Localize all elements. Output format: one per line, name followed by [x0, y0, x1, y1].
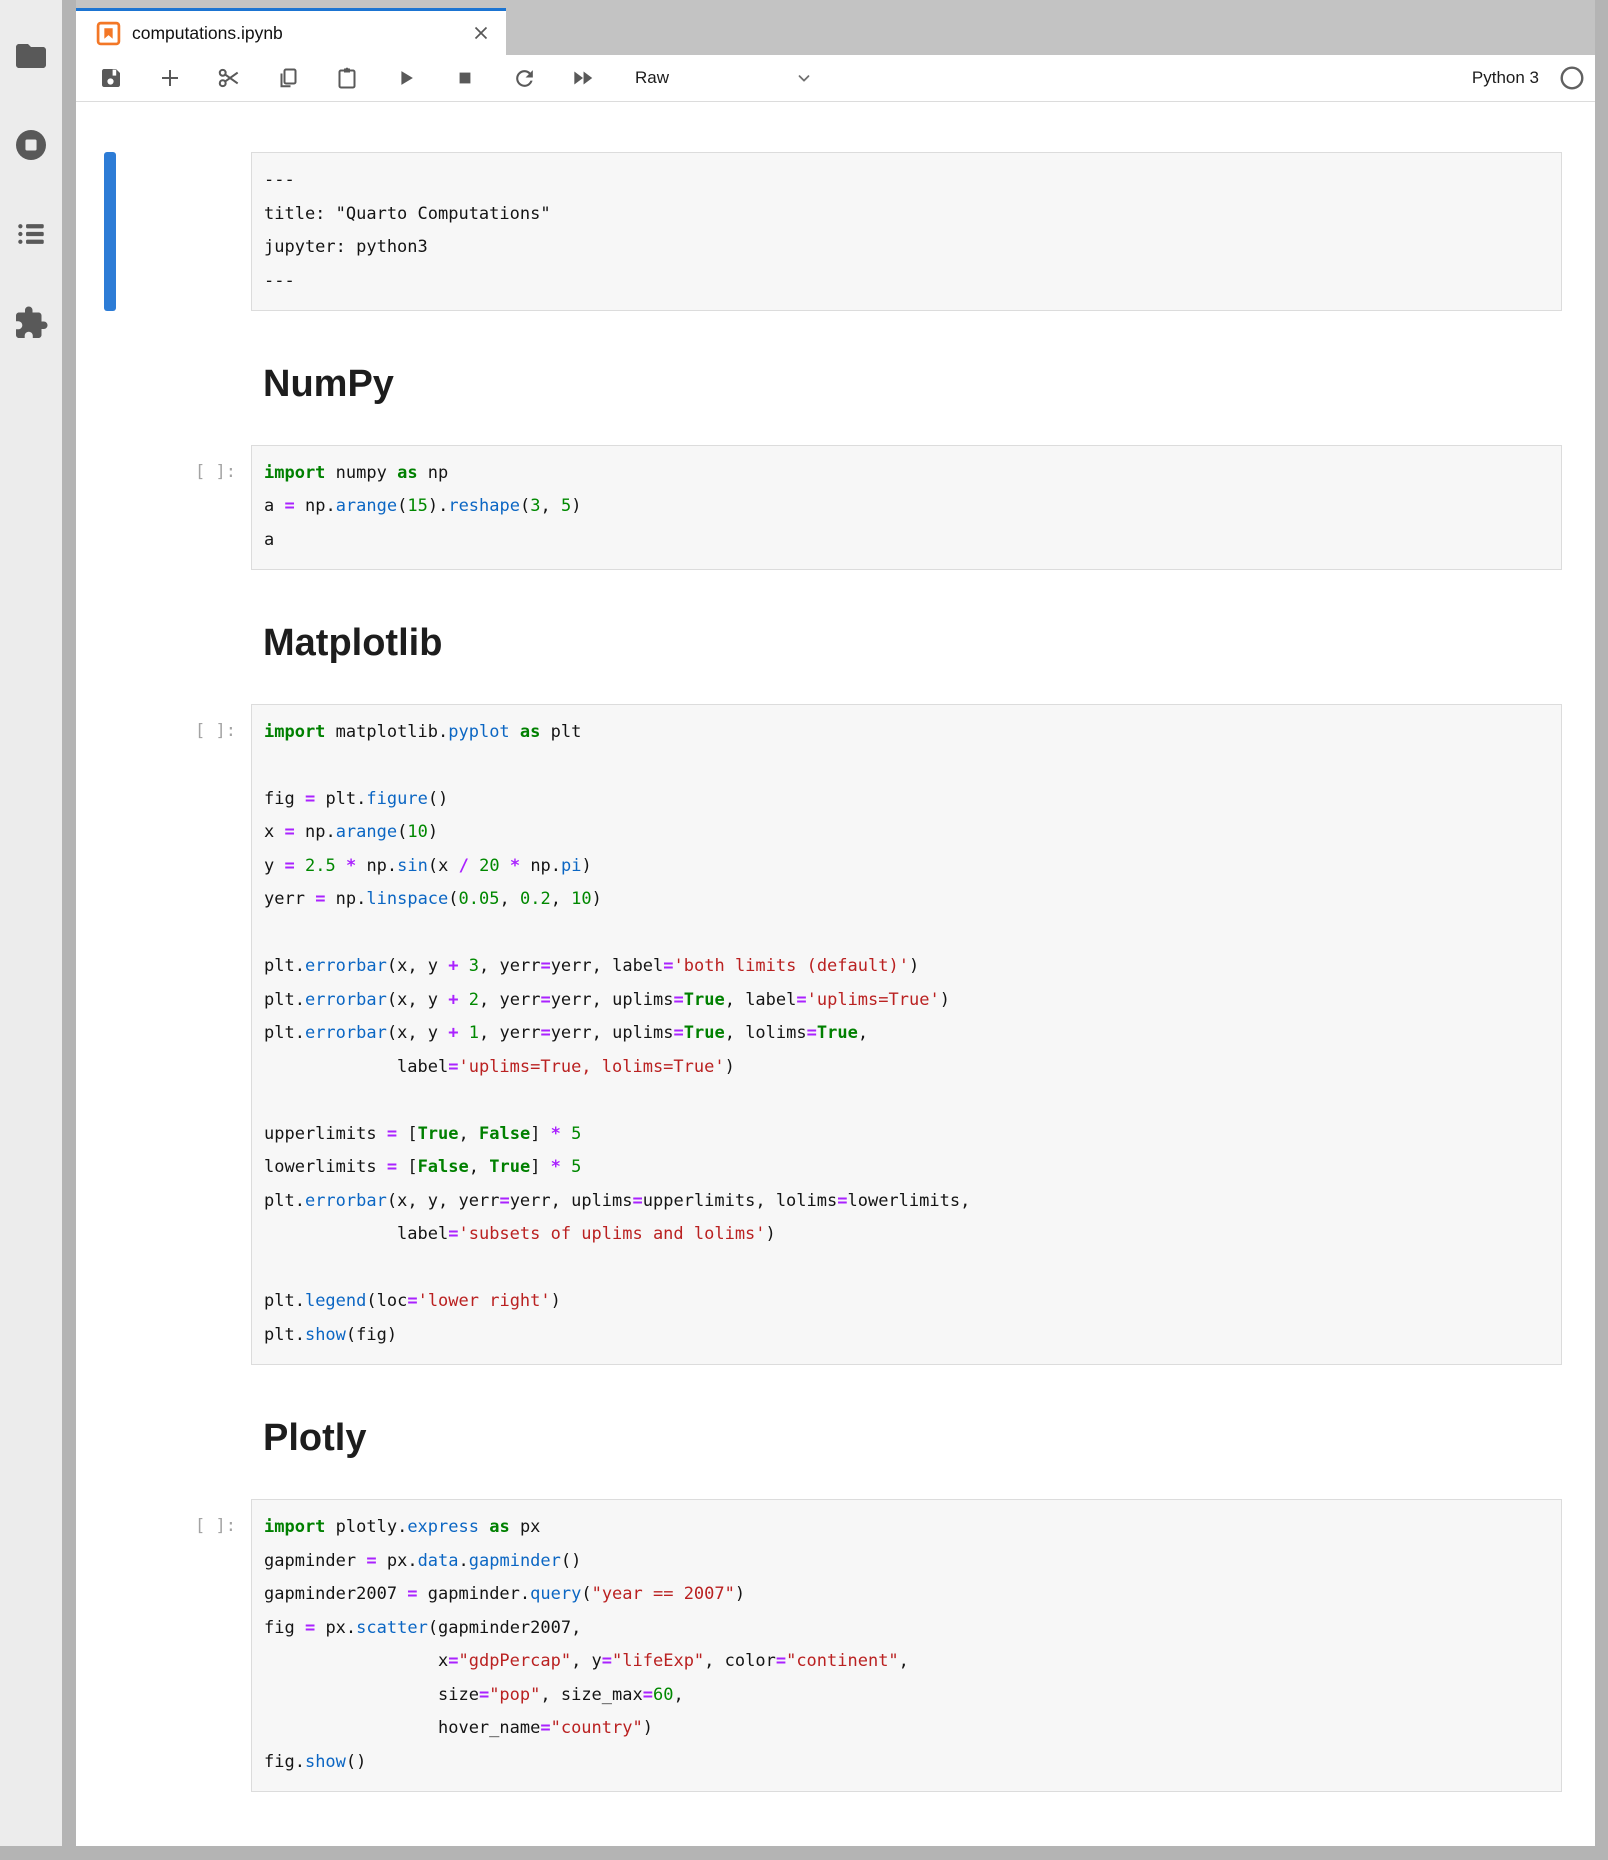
code-line: x="gdpPercap", y="lifeExp", color="conti… [264, 1645, 1549, 1679]
code-line: hover_name="country") [264, 1712, 1549, 1746]
code-line [264, 1252, 1549, 1286]
code-line [264, 1084, 1549, 1118]
code-line: plt.legend(loc='lower right') [264, 1285, 1549, 1319]
tab-bar: computations.ipynb [76, 0, 1595, 55]
code-line: plt.show(fig) [264, 1319, 1549, 1353]
code-line [264, 917, 1549, 951]
cell-execution-prompt: [ ]: [76, 1499, 251, 1792]
cut-cells-icon[interactable] [216, 65, 242, 91]
code-line: import matplotlib.pyplot as plt [264, 716, 1549, 750]
cell-execution-prompt [76, 152, 251, 311]
notebook-file-icon [96, 21, 121, 46]
cell-type-dropdown-value: Raw [635, 68, 669, 88]
code-line: gapminder = px.data.gapminder() [264, 1545, 1549, 1579]
running-kernels-icon[interactable] [0, 113, 62, 177]
section-heading-plotly[interactable]: Plotly [263, 1417, 1562, 1461]
code-line: size="pop", size_max=60, [264, 1679, 1549, 1713]
code-line: plt.errorbar(x, y + 3, yerr=yerr, label=… [264, 950, 1549, 984]
code-line: import numpy as np [264, 457, 1549, 491]
section-heading-numpy[interactable]: NumPy [263, 363, 1562, 407]
code-line: import plotly.express as px [264, 1511, 1549, 1545]
close-icon[interactable] [470, 22, 492, 44]
code-line: jupyter: python3 [264, 231, 1549, 265]
file-browser-folder-icon[interactable] [0, 24, 62, 88]
code-line: fig = px.scatter(gapminder2007, [264, 1612, 1549, 1646]
restart-run-all-icon[interactable] [570, 65, 596, 91]
code-cell-editor[interactable]: import numpy as npa = np.arange(15).resh… [251, 445, 1562, 571]
section-heading-matplotlib[interactable]: Matplotlib [263, 622, 1562, 666]
extension-manager-puzzle-icon[interactable] [0, 291, 62, 355]
raw-cell-editor[interactable]: ---title: "Quarto Computations"jupyter: … [251, 152, 1562, 311]
code-line: title: "Quarto Computations" [264, 198, 1549, 232]
kernel-name[interactable]: Python 3 [1472, 68, 1539, 88]
code-line: y = 2.5 * np.sin(x / 20 * np.pi) [264, 850, 1549, 884]
cell-execution-prompt: [ ]: [76, 445, 251, 571]
run-cell-icon[interactable] [393, 65, 419, 91]
code-line: plt.errorbar(x, y + 1, yerr=yerr, uplims… [264, 1017, 1549, 1051]
activity-sidebar [0, 0, 62, 1846]
code-line: gapminder2007 = gapminder.query("year ==… [264, 1578, 1549, 1612]
code-cell-editor[interactable]: import plotly.express as pxgapminder = p… [251, 1499, 1562, 1792]
code-line: plt.errorbar(x, y, yerr=yerr, uplims=upp… [264, 1185, 1549, 1219]
notebook-cells: ---title: "Quarto Computations"jupyter: … [76, 152, 1595, 1792]
code-line: lowerlimits = [False, True] * 5 [264, 1151, 1549, 1185]
code-cell-editor[interactable]: import matplotlib.pyplot as plt fig = pl… [251, 704, 1562, 1366]
tab-title: computations.ipynb [132, 23, 470, 44]
code-line: fig = plt.figure() [264, 783, 1549, 817]
code-cell: [ ]:import matplotlib.pyplot as plt fig … [76, 704, 1562, 1366]
code-line: x = np.arange(10) [264, 816, 1549, 850]
code-line: plt.errorbar(x, y + 2, yerr=yerr, uplims… [264, 984, 1549, 1018]
table-of-contents-icon[interactable] [0, 202, 62, 266]
save-icon[interactable] [98, 65, 124, 91]
paste-cells-icon[interactable] [334, 65, 360, 91]
active-cell-indicator[interactable] [104, 152, 116, 311]
code-cell: [ ]:import plotly.express as pxgapminder… [76, 1499, 1562, 1792]
code-cell: [ ]:import numpy as npa = np.arange(15).… [76, 445, 1562, 571]
code-line: a [264, 524, 1549, 558]
restart-kernel-icon[interactable] [511, 65, 537, 91]
code-line: --- [264, 265, 1549, 299]
notebook-scroll-area: ---title: "Quarto Computations"jupyter: … [76, 102, 1595, 1846]
code-line: label='subsets of uplims and lolims') [264, 1218, 1549, 1252]
code-line: upperlimits = [True, False] * 5 [264, 1118, 1549, 1152]
add-cell-icon[interactable] [157, 65, 183, 91]
code-line: --- [264, 164, 1549, 198]
cell-execution-prompt: [ ]: [76, 704, 251, 1366]
code-line: label='uplims=True, lolims=True') [264, 1051, 1549, 1085]
interrupt-kernel-icon[interactable] [452, 65, 478, 91]
cell-type-dropdown[interactable]: Raw [635, 68, 813, 88]
code-line [264, 749, 1549, 783]
copy-cells-icon[interactable] [275, 65, 301, 91]
kernel-idle-circle-icon[interactable] [1559, 65, 1585, 91]
tab-computations-ipynb[interactable]: computations.ipynb [76, 8, 506, 55]
code-line: a = np.arange(15).reshape(3, 5) [264, 490, 1549, 524]
main-panel: computations.ipynb [76, 0, 1595, 1846]
raw-cell: ---title: "Quarto Computations"jupyter: … [76, 152, 1562, 311]
chevron-down-icon [795, 69, 813, 87]
notebook-toolbar: Raw Python 3 [76, 55, 1595, 102]
code-line: fig.show() [264, 1746, 1549, 1780]
code-line: yerr = np.linspace(0.05, 0.2, 10) [264, 883, 1549, 917]
